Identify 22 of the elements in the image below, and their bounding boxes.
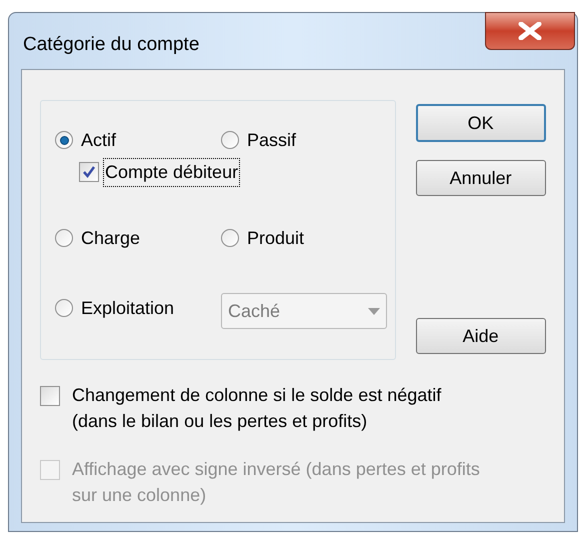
checkbox[interactable]	[40, 386, 60, 406]
checkbox-label: Affichage avec signe inversé (dans pertes et profits sur une colonne)	[72, 458, 481, 507]
dialog-button[interactable]: Aide	[416, 318, 546, 354]
checkbox[interactable]	[79, 162, 99, 182]
close-button[interactable]	[485, 12, 575, 50]
window-title: Catégorie du compte	[23, 33, 200, 57]
radio-label: Produit	[247, 226, 304, 250]
radio-button[interactable]	[55, 229, 73, 247]
radio-label: Exploitation	[81, 296, 174, 320]
radio-label: Passif	[247, 128, 296, 152]
radio-label: Actif	[81, 128, 116, 152]
radio-label: Charge	[81, 226, 140, 250]
dialog-button[interactable]: Annuler	[416, 160, 546, 196]
radio-button[interactable]	[221, 131, 239, 149]
close-icon	[518, 22, 542, 40]
radio-button[interactable]	[221, 229, 239, 247]
radio-button[interactable]	[55, 299, 73, 317]
dialog-button[interactable]: OK	[416, 104, 546, 142]
dropdown-arrow-icon	[368, 308, 380, 314]
radio-button[interactable]	[55, 131, 73, 149]
checkbox-label: Compte débiteur	[103, 158, 240, 186]
checkbox-label: Changement de colonne si le solde est négatif (dans le bilan ou les pertes et profits)	[72, 384, 442, 433]
